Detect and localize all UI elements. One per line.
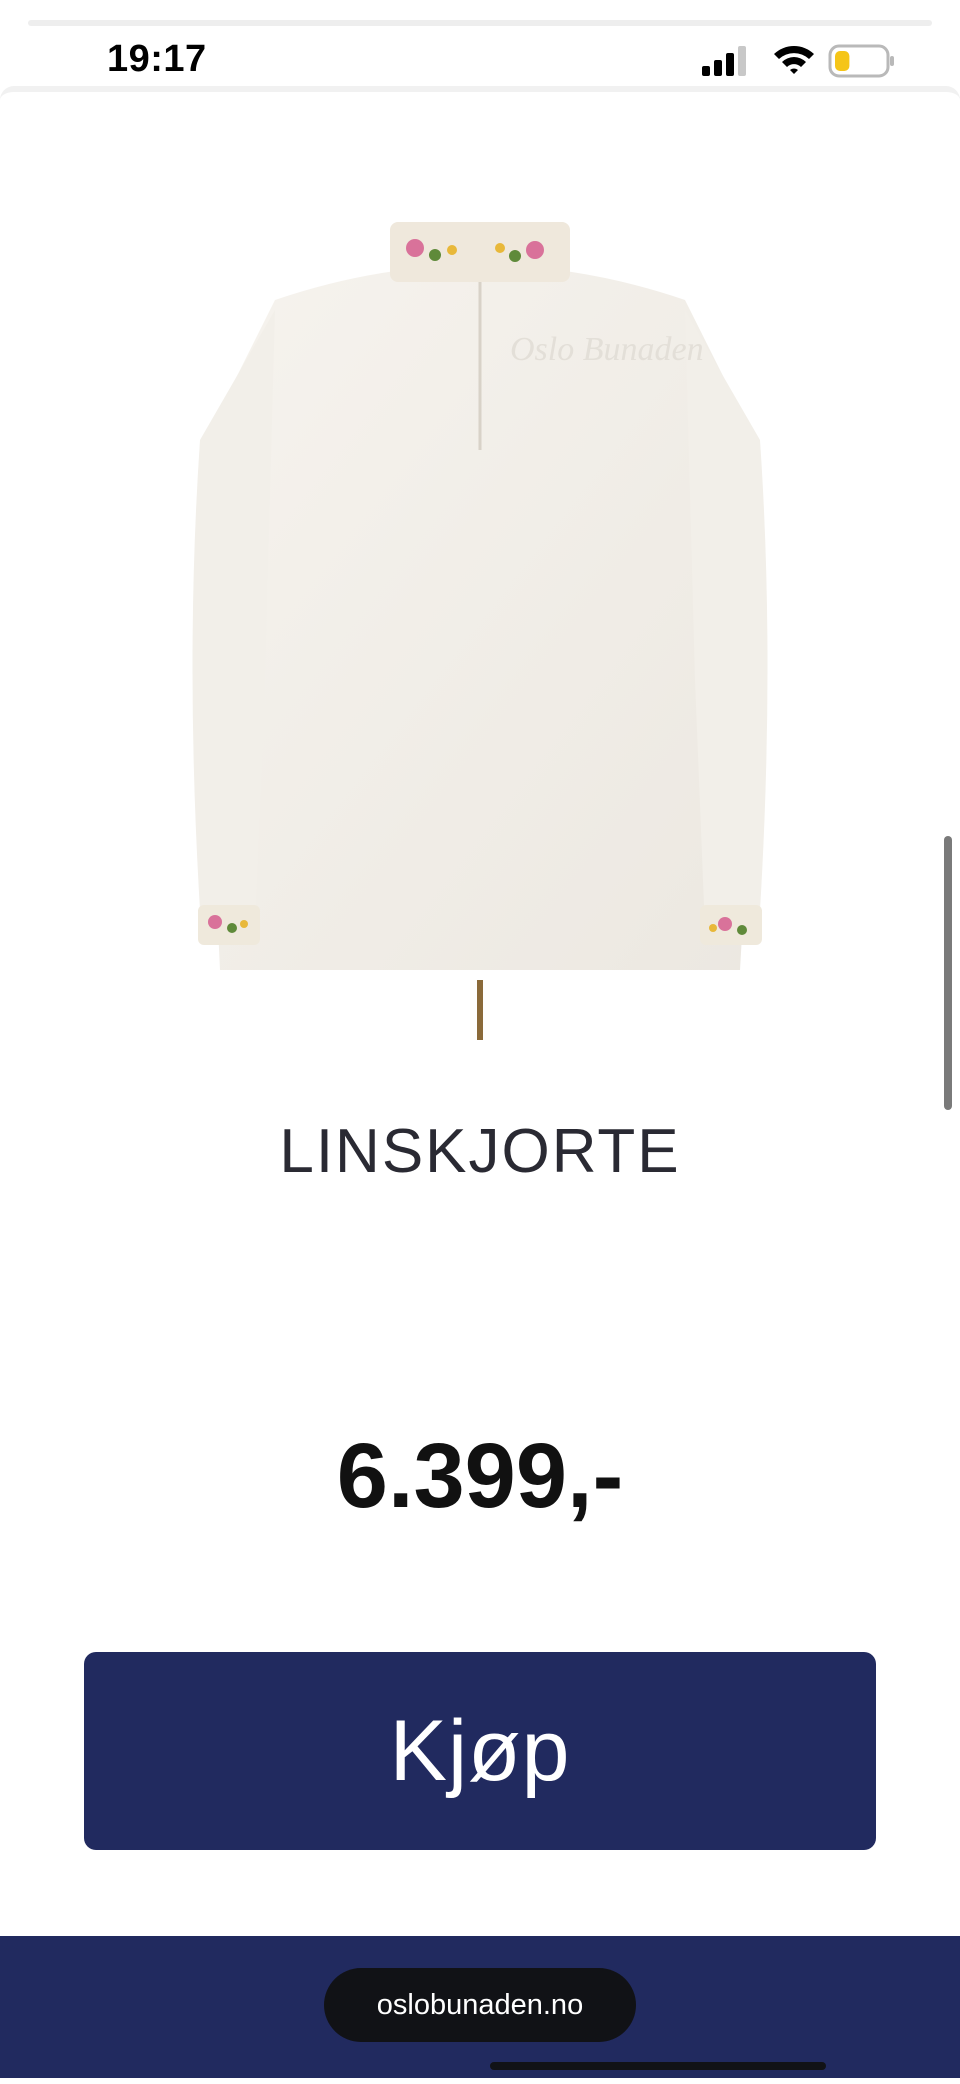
url-text: oslobunaden.no — [376, 1988, 584, 2021]
cellular-signal-icon — [702, 46, 746, 76]
scrollbar[interactable] — [944, 836, 952, 1110]
product-price: 6.399,- — [336, 1425, 624, 1527]
status-time: 19:17 — [107, 38, 207, 80]
product-title: LINSKJORTE — [279, 1117, 681, 1186]
footer: oslobunaden.no — [0, 1936, 960, 2078]
svg-text:Oslo Bunaden: Oslo Bunaden — [510, 331, 704, 368]
buy-button[interactable]: Kjøp — [84, 1652, 876, 1850]
product-image: Oslo Bunaden — [192, 222, 768, 1040]
status-bar: 19:17 — [0, 30, 960, 86]
top-divider — [28, 20, 932, 26]
home-indicator[interactable] — [490, 2062, 826, 2070]
battery-icon — [828, 44, 894, 78]
top-strip — [0, 0, 960, 30]
wifi-icon — [774, 46, 814, 74]
url-bar[interactable]: oslobunaden.no — [324, 1968, 636, 2042]
